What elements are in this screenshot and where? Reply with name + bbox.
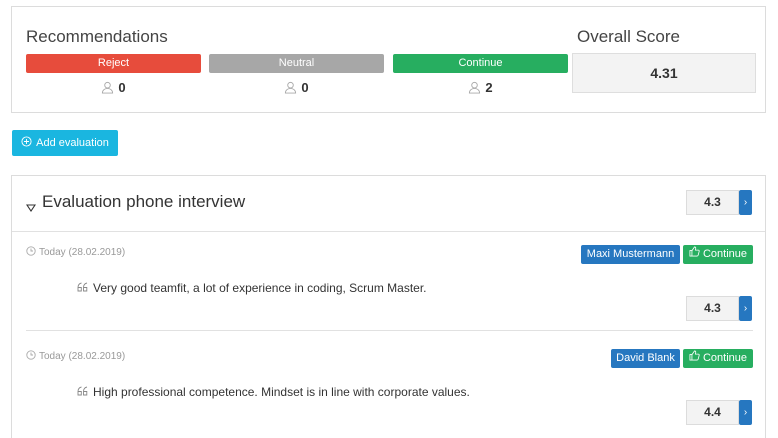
person-icon bbox=[101, 81, 114, 97]
entry-date: Today (28.02.2019) bbox=[26, 350, 125, 363]
quote-icon bbox=[77, 385, 89, 399]
chevron-right-icon[interactable]: › bbox=[739, 296, 752, 321]
entry-continue-badge: Continue bbox=[683, 245, 753, 264]
entry-score: 4.3 bbox=[686, 296, 739, 321]
evaluation-score: 4.3 bbox=[686, 190, 739, 215]
neutral-button[interactable]: Neutral bbox=[209, 54, 384, 73]
evaluation-panel: Evaluation phone interview 4.3 › Today (… bbox=[11, 175, 766, 438]
entry-tag-label: Continue bbox=[702, 352, 748, 364]
triangle-down-icon[interactable] bbox=[25, 199, 37, 217]
evaluation-header[interactable]: Evaluation phone interview 4.3 › bbox=[12, 176, 765, 232]
plus-circle-icon bbox=[21, 136, 32, 150]
chevron-right-icon[interactable]: › bbox=[739, 400, 752, 425]
reject-count: 0 bbox=[26, 80, 201, 98]
thumbs-up-icon bbox=[689, 349, 700, 368]
chevron-right-icon[interactable]: › bbox=[739, 190, 752, 215]
add-evaluation-label: Add evaluation bbox=[36, 137, 109, 149]
clock-icon bbox=[26, 350, 36, 363]
recommendations-title: Recommendations bbox=[26, 27, 168, 46]
entry-date: Today (28.02.2019) bbox=[26, 246, 125, 259]
entry-user-badge[interactable]: Maxi Mustermann bbox=[581, 245, 680, 264]
entry-comment: High professional competence. Mindset is… bbox=[77, 385, 470, 399]
overall-score-value: 4.31 bbox=[572, 53, 756, 93]
reject-button[interactable]: Reject bbox=[26, 54, 201, 73]
entry-continue-badge: Continue bbox=[683, 349, 753, 368]
continue-count: 2 bbox=[393, 80, 568, 98]
recommendations-panel: Recommendations Reject Neutral Continue … bbox=[11, 6, 766, 113]
thumbs-up-icon bbox=[689, 245, 700, 264]
entry-comment-text: High professional competence. Mindset is… bbox=[93, 385, 470, 399]
clock-icon bbox=[26, 246, 36, 259]
person-icon bbox=[468, 81, 481, 97]
continue-button[interactable]: Continue bbox=[393, 54, 568, 73]
quote-icon bbox=[77, 281, 89, 295]
entry-score: 4.4 bbox=[686, 400, 739, 425]
entry-tag-label: Continue bbox=[702, 248, 748, 260]
overall-score-title: Overall Score bbox=[577, 27, 680, 46]
add-evaluation-button[interactable]: Add evaluation bbox=[12, 130, 118, 156]
continue-count-value: 2 bbox=[485, 80, 493, 95]
evaluation-title: Evaluation phone interview bbox=[42, 192, 246, 211]
neutral-count-value: 0 bbox=[301, 80, 309, 95]
person-icon bbox=[284, 81, 297, 97]
entry-user-badge[interactable]: David Blank bbox=[611, 349, 680, 368]
neutral-count: 0 bbox=[209, 80, 384, 98]
reject-count-value: 0 bbox=[118, 80, 126, 95]
entry-date-text: Today (28.02.2019) bbox=[39, 351, 126, 362]
entry-comment-text: Very good teamfit, a lot of experience i… bbox=[93, 281, 427, 295]
entry-date-text: Today (28.02.2019) bbox=[39, 247, 126, 258]
entry-comment: Very good teamfit, a lot of experience i… bbox=[77, 281, 427, 295]
entry-divider bbox=[26, 330, 753, 331]
